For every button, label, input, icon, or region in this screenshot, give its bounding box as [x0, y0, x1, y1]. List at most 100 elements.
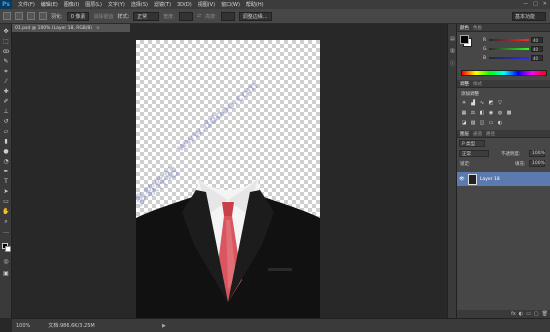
menu-edit[interactable]: 编辑(E) — [41, 1, 58, 8]
panel-fg-swatch[interactable] — [460, 35, 469, 44]
layer-row[interactable]: 👁 Layer 18 — [457, 172, 550, 186]
tab-channels[interactable]: 通道 — [473, 131, 482, 137]
menu-view[interactable]: 视图(V) — [198, 1, 215, 8]
blue-slider[interactable]: B 40 — [483, 55, 543, 61]
adjustment-layer-icon[interactable]: ◐ — [519, 311, 523, 317]
blend-mode-select[interactable]: 正常 — [459, 150, 489, 157]
menu-image[interactable]: 图像(I) — [64, 1, 79, 8]
new-group-icon[interactable]: ▭ — [526, 311, 531, 317]
style-select[interactable]: 正常 — [133, 11, 160, 21]
crop-tool-icon[interactable]: ⌗ — [2, 68, 10, 75]
zoom-level[interactable]: 100% — [16, 323, 30, 329]
info-panel-icon[interactable]: ⓘ — [449, 60, 456, 67]
levels-icon[interactable]: ▟ — [470, 100, 476, 106]
zoom-tool-icon[interactable]: ⌕ — [2, 218, 10, 225]
eyedropper-tool-icon[interactable]: ⁄ — [2, 78, 10, 85]
brightness-icon[interactable]: ☀ — [461, 100, 467, 106]
subtract-selection-icon[interactable] — [39, 12, 47, 20]
move-tool-icon[interactable]: ✥ — [2, 28, 10, 35]
quick-mask-icon[interactable]: ◎ — [2, 258, 10, 265]
tab-styles[interactable]: 样式 — [473, 81, 482, 87]
add-selection-icon[interactable] — [27, 12, 35, 20]
channel-mixer-icon[interactable]: ◍ — [497, 110, 503, 116]
tab-adjustments[interactable]: 调整 — [460, 81, 469, 87]
new-selection-icon[interactable] — [15, 12, 23, 20]
gradient-tool-icon[interactable]: ▮ — [2, 138, 10, 145]
layer-name[interactable]: Layer 18 — [480, 177, 500, 182]
feather-input[interactable]: 0 像素 — [66, 11, 90, 21]
tab-swatches[interactable]: 色板 — [473, 25, 482, 31]
red-slider[interactable]: R 40 — [483, 37, 543, 43]
type-tool-icon[interactable]: T — [2, 178, 10, 185]
close-icon[interactable]: ✕ — [543, 1, 547, 7]
eraser-tool-icon[interactable]: ▱ — [2, 128, 10, 135]
fill-input[interactable]: 100% — [529, 160, 545, 167]
more-tools-icon[interactable]: … — [2, 228, 10, 235]
menu-layer[interactable]: 图层(L) — [85, 1, 102, 8]
pen-tool-icon[interactable]: ✒ — [2, 168, 10, 175]
black-white-icon[interactable]: ◧ — [479, 110, 485, 116]
curves-icon[interactable]: ∿ — [479, 100, 485, 106]
exposure-icon[interactable]: ◩ — [488, 100, 494, 106]
blur-tool-icon[interactable]: ● — [2, 148, 10, 155]
photo-filter-icon[interactable]: ◉ — [488, 110, 494, 116]
close-document-icon[interactable]: × — [96, 26, 100, 31]
stamp-tool-icon[interactable]: ⊥ — [2, 108, 10, 115]
healing-tool-icon[interactable]: ✚ — [2, 88, 10, 95]
color-balance-icon[interactable]: ⚖ — [470, 110, 476, 116]
menu-filter[interactable]: 滤镜(T) — [154, 1, 171, 8]
gradient-map-icon[interactable]: ▭ — [488, 120, 494, 126]
menu-help[interactable]: 帮助(H) — [246, 1, 264, 8]
lasso-tool-icon[interactable]: ꝏ — [2, 48, 10, 55]
fx-icon[interactable]: fx — [511, 311, 516, 317]
antialias-checkbox[interactable]: 消除锯齿 — [93, 13, 113, 20]
layer-filter-select[interactable]: P 类型 — [459, 140, 485, 147]
visibility-eye-icon[interactable]: 👁 — [459, 177, 465, 182]
refine-edge-button[interactable]: 调整边缘... — [238, 11, 272, 21]
menu-type[interactable]: 文字(Y) — [108, 1, 125, 8]
shape-tool-icon[interactable]: ▭ — [2, 198, 10, 205]
marquee-tool-icon[interactable] — [3, 12, 11, 20]
color-lookup-icon[interactable]: ▩ — [506, 110, 512, 116]
dodge-tool-icon[interactable]: ◔ — [2, 158, 10, 165]
menu-window[interactable]: 窗口(W) — [221, 1, 240, 8]
hand-tool-icon[interactable]: ✋ — [2, 208, 10, 215]
tab-layers[interactable]: 图层 — [460, 131, 469, 137]
canvas-area[interactable]: 多多软件站 www.ddooo.com — [12, 32, 447, 318]
menu-3d[interactable]: 3D(D) — [177, 2, 192, 8]
threshold-icon[interactable]: ◫ — [479, 120, 485, 126]
height-input[interactable] — [220, 11, 235, 21]
green-slider[interactable]: G 40 — [483, 46, 543, 52]
history-brush-icon[interactable]: ↺ — [2, 118, 10, 125]
tab-paths[interactable]: 路径 — [486, 131, 495, 137]
maximize-icon[interactable]: □ — [533, 1, 538, 7]
document-canvas[interactable]: 多多软件站 www.ddooo.com — [136, 40, 320, 318]
screen-mode-icon[interactable]: ▣ — [2, 270, 10, 277]
width-input[interactable] — [178, 11, 193, 21]
hue-saturation-icon[interactable]: ▦ — [461, 110, 467, 116]
marquee-tool-icon[interactable]: ⬚ — [2, 38, 10, 45]
color-spectrum[interactable] — [461, 70, 547, 76]
document-tab[interactable]: 01.psd @ 100% (Layer 18, RGB/8) × — [12, 24, 130, 32]
red-value[interactable]: 40 — [531, 37, 543, 43]
selective-color-icon[interactable]: ◐ — [497, 120, 503, 126]
path-select-tool-icon[interactable]: ➤ — [2, 188, 10, 195]
background-color-swatch[interactable] — [5, 246, 11, 252]
posterize-icon[interactable]: ▨ — [470, 120, 476, 126]
opacity-input[interactable]: 100% — [529, 150, 545, 157]
swap-icon[interactable]: ⇄ — [197, 13, 201, 19]
brush-tool-icon[interactable]: ✐ — [2, 98, 10, 105]
properties-panel-icon[interactable]: ▥ — [449, 48, 456, 55]
green-value[interactable]: 40 — [531, 46, 543, 52]
invert-icon[interactable]: ◪ — [461, 120, 467, 126]
new-layer-icon[interactable]: ▢ — [534, 311, 539, 317]
vibrance-icon[interactable]: ▽ — [497, 100, 503, 106]
menu-file[interactable]: 文件(F) — [18, 1, 35, 8]
status-menu-arrow-icon[interactable]: ▶ — [162, 323, 166, 329]
quick-select-tool-icon[interactable]: ✎ — [2, 58, 10, 65]
trash-icon[interactable]: 🗑 — [542, 311, 548, 317]
menu-select[interactable]: 选择(S) — [131, 1, 148, 8]
blue-value[interactable]: 40 — [531, 55, 543, 61]
history-panel-icon[interactable]: ▤ — [449, 36, 456, 43]
tab-color[interactable]: 颜色 — [460, 25, 469, 31]
